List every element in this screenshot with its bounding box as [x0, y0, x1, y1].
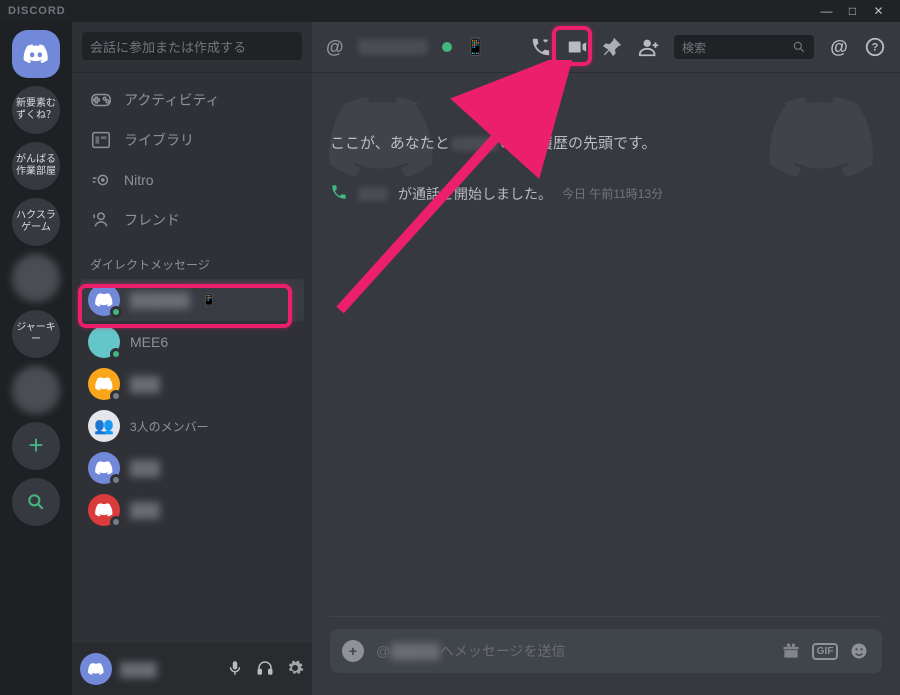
library-icon — [90, 129, 112, 151]
chat-column: @ 📱 検索 @ ? ここが、あなたとのDM履歴の先頭です。 — [312, 22, 900, 695]
nav-library[interactable]: ライブラリ — [80, 120, 304, 160]
emoji-button[interactable] — [848, 640, 870, 662]
window-minimize-button[interactable]: — — [814, 4, 840, 18]
dm-name-redacted: ███ — [130, 460, 160, 476]
chat-header: @ 📱 検索 @ ? — [312, 22, 900, 72]
nav-friends[interactable]: フレンド — [80, 200, 304, 240]
nav-label: Nitro — [124, 172, 154, 188]
friends-icon — [90, 209, 112, 231]
attach-button[interactable]: + — [342, 640, 364, 662]
nitro-icon — [90, 169, 112, 191]
user-panel: ████ — [72, 643, 312, 695]
title-bar: DISCORD — □ ✕ — [0, 0, 900, 22]
nav-label: アクティビティ — [124, 90, 220, 110]
dm-item-selected[interactable]: ██████ 📱 — [80, 279, 304, 321]
window-close-button[interactable]: ✕ — [866, 4, 892, 18]
app-wordmark: DISCORD — [8, 5, 66, 17]
window-maximize-button[interactable]: □ — [840, 4, 866, 18]
start-video-call-button[interactable] — [566, 36, 588, 58]
find-conversation-input[interactable]: 会話に参加または作成する — [82, 32, 302, 60]
add-server-button[interactable]: + — [12, 422, 60, 470]
nav-label: フレンド — [124, 210, 180, 230]
online-status-icon — [442, 42, 452, 52]
mobile-icon: 📱 — [202, 293, 217, 307]
nav-label: ライブラリ — [124, 130, 194, 150]
dm-item-group[interactable]: 👥 3人のメンバー — [80, 405, 304, 447]
svg-text:?: ? — [872, 42, 879, 54]
dm-group-name: 3人のメンバー — [130, 418, 209, 435]
server-item[interactable]: 新要素むずくね？ — [12, 86, 60, 134]
find-conversation-container: 会話に参加または作成する — [72, 22, 312, 72]
dm-name-redacted: ███ — [130, 376, 160, 392]
call-timestamp: 今日 午前11時13分 — [562, 185, 663, 202]
gift-button[interactable] — [780, 640, 802, 662]
nav-nitro[interactable]: Nitro — [80, 160, 304, 200]
mentions-button[interactable]: @ — [828, 36, 850, 58]
self-username-redacted: ████ — [120, 662, 190, 677]
pinned-messages-button[interactable] — [602, 36, 624, 58]
dm-item[interactable]: ███ — [80, 363, 304, 405]
discover-servers-button[interactable] — [12, 478, 60, 526]
server-item[interactable] — [12, 254, 60, 302]
start-voice-call-button[interactable] — [530, 36, 552, 58]
server-item[interactable]: がんばる作業部屋 — [12, 142, 60, 190]
user-settings-button[interactable] — [286, 659, 304, 680]
mute-mic-button[interactable] — [226, 659, 244, 680]
chat-title-redacted — [358, 39, 428, 55]
nav-activity[interactable]: アクティビティ — [80, 80, 304, 120]
dm-item[interactable]: ███ — [80, 447, 304, 489]
home-button[interactable] — [12, 30, 60, 78]
help-button[interactable]: ? — [864, 36, 886, 58]
dm-name: MEE6 — [130, 334, 168, 350]
message-input[interactable]: + @█████へメッセージを送信 GIF — [330, 629, 882, 673]
message-composer: + @█████へメッセージを送信 GIF — [312, 617, 900, 695]
dm-section-header: ダイレクトメッセージ — [72, 240, 312, 279]
dm-sidebar: 会話に参加または作成する アクティビティ ライブラリ Nitro フレンド ダイ… — [72, 22, 312, 695]
message-placeholder: @█████へメッセージを送信 — [376, 641, 768, 661]
server-item[interactable] — [12, 366, 60, 414]
mobile-icon: 📱 — [466, 37, 486, 57]
dm-item[interactable]: ███ — [80, 489, 304, 531]
server-rail: 新要素むずくね？ がんばる作業部屋 ハクスラゲーム ジャーキー + — [0, 22, 72, 695]
at-icon: @ — [326, 37, 344, 58]
caller-name-redacted — [358, 187, 388, 201]
add-friend-button[interactable] — [638, 36, 660, 58]
server-item[interactable]: ジャーキー — [12, 310, 60, 358]
gif-button[interactable]: GIF — [814, 640, 836, 662]
dm-name-redacted: ██████ — [130, 292, 190, 308]
chat-body: ここが、あなたとのDM履歴の先頭です。 が通話を開始しました。 今日 午前11時… — [312, 72, 900, 616]
dm-name-redacted: ███ — [130, 502, 160, 518]
self-avatar[interactable] — [80, 653, 112, 685]
dm-item[interactable]: MEE6 — [80, 321, 304, 363]
message-search-input[interactable]: 検索 — [674, 35, 814, 59]
gamepad-icon — [90, 89, 112, 111]
server-item[interactable]: ハクスラゲーム — [12, 198, 60, 246]
deafen-button[interactable] — [256, 659, 274, 680]
